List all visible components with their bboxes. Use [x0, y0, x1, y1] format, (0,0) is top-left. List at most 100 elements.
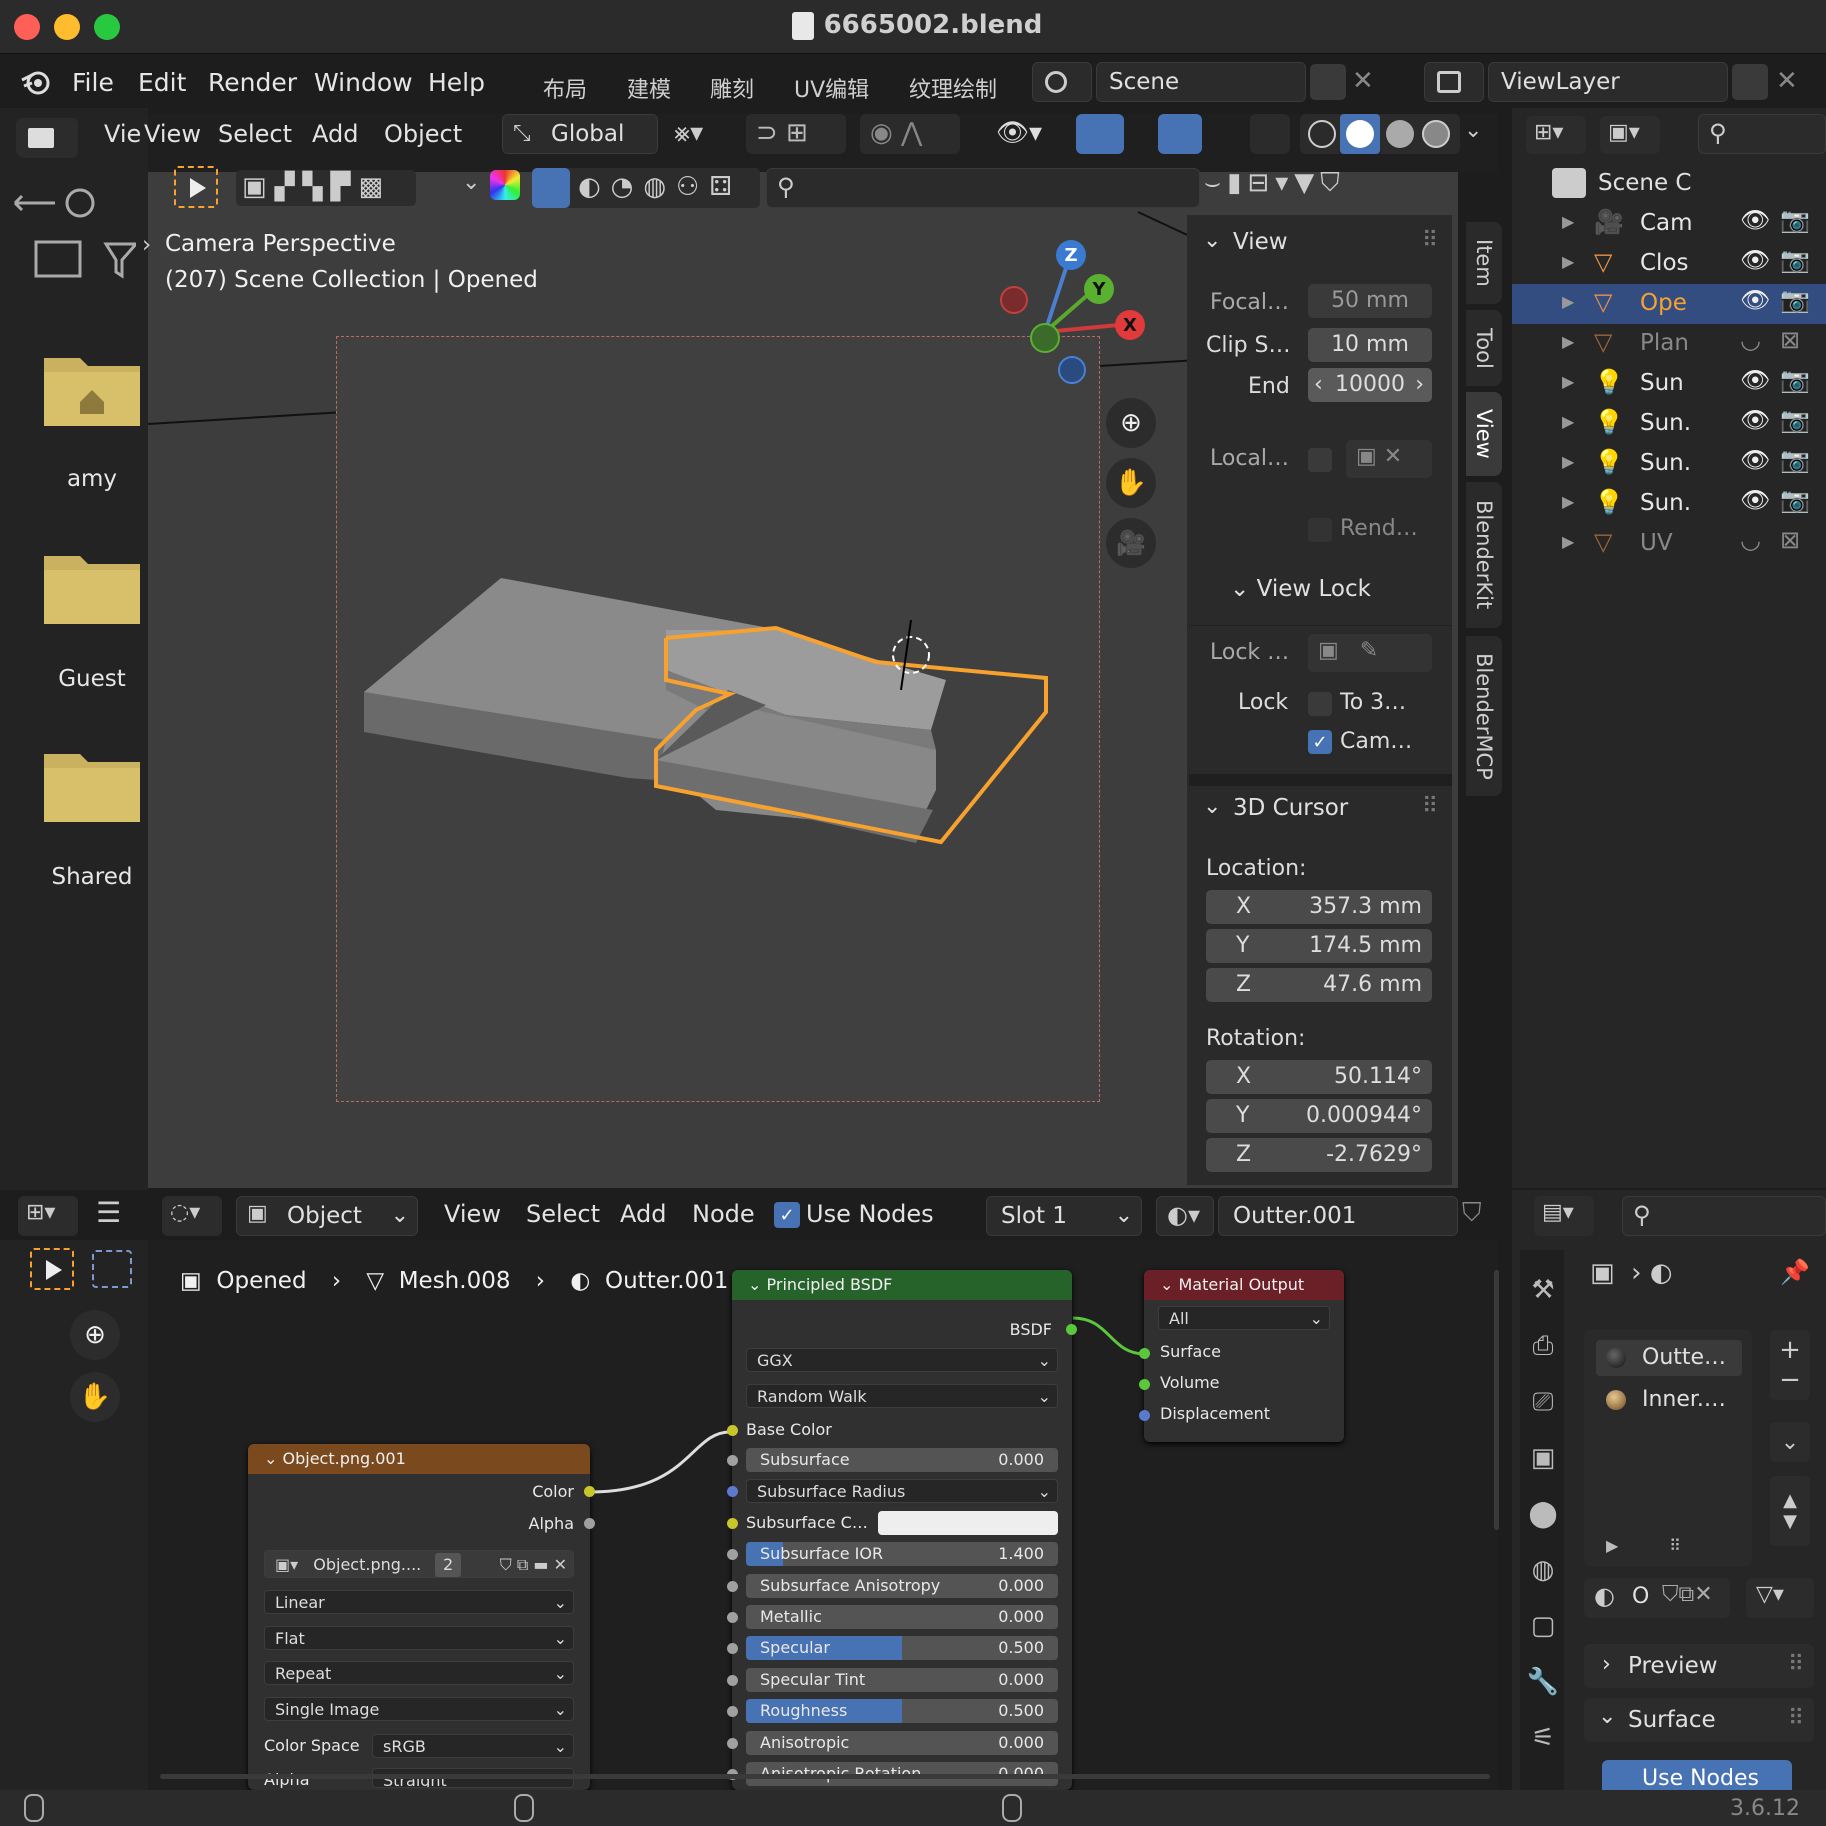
- focal-length-field[interactable]: 50 mm: [1308, 284, 1432, 318]
- 3d-cursor-section-header[interactable]: ⌄ 3D Cursor ⠿: [1189, 788, 1452, 828]
- rotation-y-field[interactable]: Y 0.000944°: [1206, 1099, 1432, 1133]
- menu-edit[interactable]: Edit: [138, 68, 186, 97]
- render-camera-icon[interactable]: 📷: [1780, 446, 1810, 474]
- add-slot-icon[interactable]: +: [1779, 1335, 1801, 1365]
- distribution-dropdown[interactable]: GGX ⌄: [746, 1348, 1058, 1372]
- viewport-search-input[interactable]: ⚲: [766, 168, 1200, 208]
- list-expand-icon[interactable]: ▶ ⠿: [1606, 1536, 1681, 1555]
- outliner-item[interactable]: ▶ ▽ Plan ◡ ⊠: [1512, 324, 1826, 364]
- bsdf-input-socket[interactable]: [727, 1486, 738, 1498]
- bsdf-output-socket[interactable]: [1066, 1324, 1077, 1335]
- location-x-field[interactable]: X 357.3 mm: [1206, 890, 1432, 924]
- workspace-tab-layout[interactable]: 布局: [543, 72, 587, 104]
- clip-start-field[interactable]: 10 mm: [1308, 328, 1432, 362]
- surface-section-header[interactable]: ⌄ Surface ⠿: [1584, 1698, 1814, 1742]
- visibility-eye-icon[interactable]: 👁: [1740, 406, 1770, 434]
- render-camera-icon[interactable]: 📷: [1780, 406, 1810, 434]
- slot-dropdown[interactable]: Slot 1 ⌄: [986, 1196, 1142, 1236]
- camera-view-icon[interactable]: 🎥: [1106, 518, 1156, 568]
- node-add-menu[interactable]: Add: [620, 1200, 666, 1228]
- use-nodes-button[interactable]: Use Nodes: [1602, 1760, 1792, 1790]
- gizmo-y-axis[interactable]: Y: [1084, 274, 1114, 304]
- render-camera-icon[interactable]: 📷: [1780, 206, 1810, 234]
- outliner-search-input[interactable]: ⚲: [1698, 114, 1826, 154]
- folder-icon[interactable]: [44, 548, 140, 624]
- expand-arrow-icon[interactable]: ▶: [1562, 372, 1574, 391]
- visibility-eye-icon[interactable]: 👁: [1740, 246, 1770, 274]
- bsdf-slider-subsurface[interactable]: Subsurface 0.000: [746, 1448, 1058, 1472]
- visibility-eye-icon[interactable]: 👁: [1740, 366, 1770, 394]
- node-view-menu[interactable]: View: [444, 1200, 501, 1228]
- folder-icon[interactable]: [44, 746, 140, 822]
- decrement-chevron-icon[interactable]: ‹: [1314, 368, 1323, 402]
- transform-orientation-dropdown[interactable]: Global ⤡: [502, 114, 658, 154]
- drag-handle-icon[interactable]: ⠿: [1422, 228, 1438, 253]
- select-tool-icon[interactable]: [174, 166, 218, 208]
- xray-toggle-icon[interactable]: [1250, 114, 1290, 154]
- viewport-object-menu[interactable]: Object: [384, 120, 462, 148]
- tab-tool[interactable]: Tool: [1466, 310, 1502, 386]
- image-users-count[interactable]: 2: [435, 1553, 462, 1577]
- material-slot[interactable]: Inner.…: [1596, 1382, 1742, 1418]
- add-remove-slot-buttons[interactable]: + −: [1770, 1330, 1810, 1400]
- material-slot-selected[interactable]: Outte…: [1596, 1340, 1742, 1376]
- material-name-field[interactable]: Outter.001: [1218, 1196, 1458, 1236]
- rendered-shading-icon[interactable]: [1422, 120, 1450, 148]
- move-down-icon[interactable]: ▼: [1783, 1511, 1797, 1532]
- bsdf-input-socket[interactable]: [727, 1612, 738, 1623]
- visibility-eye-icon[interactable]: 👁: [1740, 446, 1770, 474]
- drag-handle-icon[interactable]: ⠿: [1788, 1652, 1804, 1677]
- properties-editor-type-button[interactable]: ▤▾: [1534, 1196, 1594, 1236]
- bsdf-input-socket[interactable]: [727, 1549, 738, 1561]
- projection-dropdown[interactable]: Flat ⌄: [264, 1626, 574, 1650]
- new-scene-icon[interactable]: [1310, 64, 1346, 100]
- node-vertical-scrollbar[interactable]: [1494, 1270, 1499, 1530]
- bsdf-slider-roughness[interactable]: Roughness 0.500: [746, 1699, 1058, 1724]
- subsurface-radius-dropdown[interactable]: Subsurface Radius ⌄: [746, 1479, 1058, 1504]
- camera-to-view-checkbox[interactable]: ✓: [1308, 730, 1332, 754]
- drag-handle-icon[interactable]: ⠿: [1788, 1706, 1804, 1731]
- gizmo-z-axis[interactable]: Z: [1056, 240, 1086, 270]
- expand-arrow-icon[interactable]: ▶: [1562, 332, 1574, 351]
- expand-arrow-icon[interactable]: ▶: [1562, 292, 1574, 311]
- shading-mode-buttons[interactable]: [1300, 114, 1460, 154]
- viewport-view-menu[interactable]: View: [144, 120, 201, 148]
- blender-logo-icon[interactable]: [20, 66, 52, 98]
- viewport-select-menu[interactable]: Select: [218, 120, 292, 148]
- outliner-editor-type-button[interactable]: ⊞▾: [1526, 116, 1586, 154]
- scene-name-field[interactable]: Scene: [1096, 62, 1306, 102]
- bsdf-slider-metallic[interactable]: Metallic 0.000: [746, 1605, 1058, 1629]
- snap-toggle-icon[interactable]: ⊃ ⊞: [746, 114, 846, 154]
- menu-help[interactable]: Help: [428, 68, 485, 97]
- material-shading-icon[interactable]: [1386, 120, 1414, 148]
- fake-user-shield-icon[interactable]: ⛉: [1462, 1198, 1482, 1229]
- node-horizontal-scrollbar[interactable]: [160, 1774, 1490, 1779]
- menu-window[interactable]: Window: [314, 68, 413, 97]
- folder-home-icon[interactable]: [44, 350, 140, 426]
- volume-socket[interactable]: [1139, 1379, 1150, 1390]
- render-region-checkbox[interactable]: [1308, 518, 1332, 542]
- mode-dropdown-icon[interactable]: ⌄: [462, 170, 480, 195]
- outliner-item[interactable]: ▶ ▽ Clos 👁 📷: [1512, 244, 1826, 284]
- location-y-field[interactable]: Y 174.5 mm: [1206, 929, 1432, 963]
- visibility-eye-icon[interactable]: 👁: [1740, 286, 1770, 314]
- rotation-z-field[interactable]: Z -2.7629°: [1206, 1138, 1432, 1172]
- node-pan-hand-icon[interactable]: ✋: [70, 1372, 120, 1422]
- material-browse-button[interactable]: ◐▾: [1156, 1196, 1214, 1236]
- render-disabled-icon[interactable]: ⊠: [1780, 326, 1800, 354]
- render-camera-icon[interactable]: 📷: [1780, 366, 1810, 394]
- datablock-actions-icon[interactable]: ⛉⧉✕: [1662, 1582, 1713, 1607]
- location-z-field[interactable]: Z 47.6 mm: [1206, 968, 1432, 1002]
- bsdf-slider-specular[interactable]: Specular 0.500: [746, 1636, 1058, 1661]
- bsdf-slider-specular-tint[interactable]: Specular Tint 0.000: [746, 1667, 1058, 1692]
- viewport-view-menu-clip[interactable]: Vie: [104, 120, 141, 148]
- image-texture-node[interactable]: ⌄ Object.png.001 Color Alpha ▣▾ Object.p…: [248, 1444, 595, 1790]
- output-node-header[interactable]: ⌄ Material Output: [1144, 1270, 1344, 1300]
- color-space-dropdown[interactable]: sRGB ⌄: [372, 1734, 574, 1758]
- shading-options-icon[interactable]: ⌄: [1464, 118, 1482, 143]
- box-select-tool-icon[interactable]: [92, 1250, 132, 1288]
- node-zoom-icon[interactable]: ⊕: [70, 1310, 120, 1360]
- wireframe-shading-icon[interactable]: [1308, 120, 1336, 148]
- scene-mesh[interactable]: [336, 560, 1096, 860]
- local-camera-checkbox[interactable]: [1308, 448, 1332, 472]
